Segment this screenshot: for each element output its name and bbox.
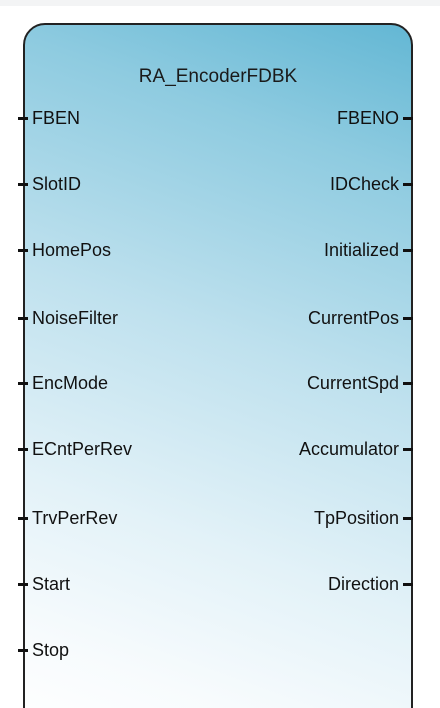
input-pin-ecntperrev[interactable]: ECntPerRev [18, 437, 132, 461]
output-pin-accumulator[interactable]: Accumulator [299, 437, 413, 461]
output-pin-currentpos[interactable]: CurrentPos [308, 306, 413, 330]
output-pin-label: CurrentSpd [306, 373, 399, 393]
pin-connector-icon [18, 116, 28, 120]
pin-connector-icon [403, 381, 413, 385]
input-pin-label: SlotID [32, 174, 82, 194]
output-pin-label: CurrentPos [307, 308, 399, 328]
pin-connector-icon [403, 248, 413, 252]
input-pin-label: NoiseFilter [32, 308, 119, 328]
pin-connector-icon [18, 316, 28, 320]
pin-connector-icon [18, 381, 28, 385]
output-pin-tpposition[interactable]: TpPosition [314, 506, 413, 530]
pin-connector-icon [403, 116, 413, 120]
output-pin-direction[interactable]: Direction [328, 572, 413, 596]
input-pin-label: EncMode [32, 373, 109, 393]
output-pin-label: FBENO [336, 108, 399, 128]
input-pin-trvperrev[interactable]: TrvPerRev [18, 506, 117, 530]
input-pin-label: Start [32, 574, 71, 594]
input-pin-label: ECntPerRev [32, 439, 133, 459]
input-pin-label: HomePos [32, 240, 112, 260]
function-block-canvas: RA_EncoderFDBK FBEN SlotID HomePos Noise… [0, 0, 440, 708]
input-pin-label: TrvPerRev [32, 508, 118, 528]
output-pin-initialized[interactable]: Initialized [324, 238, 413, 262]
input-pin-homepos[interactable]: HomePos [18, 238, 111, 262]
input-pin-label: Stop [32, 640, 70, 660]
input-pin-start[interactable]: Start [18, 572, 70, 596]
output-pin-label: IDCheck [329, 174, 399, 194]
top-strip [0, 0, 440, 6]
input-pin-noisefilter[interactable]: NoiseFilter [18, 306, 118, 330]
input-pin-stop[interactable]: Stop [18, 638, 69, 662]
output-pin-idcheck[interactable]: IDCheck [330, 172, 413, 196]
pin-connector-icon [403, 182, 413, 186]
output-pin-label: Direction [327, 574, 399, 594]
output-pin-label: TpPosition [313, 508, 399, 528]
pin-connector-icon [403, 516, 413, 520]
input-pin-label: FBEN [32, 108, 81, 128]
input-pin-slotid[interactable]: SlotID [18, 172, 81, 196]
output-pin-fbeno[interactable]: FBENO [337, 106, 413, 130]
output-pin-label: Initialized [323, 240, 399, 260]
input-pin-fben[interactable]: FBEN [18, 106, 80, 130]
pin-connector-icon [18, 447, 28, 451]
pin-connector-icon [18, 248, 28, 252]
pin-connector-icon [403, 316, 413, 320]
input-pin-encmode[interactable]: EncMode [18, 371, 108, 395]
output-pin-currentspd[interactable]: CurrentSpd [307, 371, 413, 395]
function-block-title: RA_EncoderFDBK [138, 66, 298, 87]
pin-connector-icon [18, 648, 28, 652]
pin-connector-icon [18, 182, 28, 186]
pin-connector-icon [403, 447, 413, 451]
pin-connector-icon [18, 582, 28, 586]
pin-connector-icon [18, 516, 28, 520]
output-pin-label: Accumulator [298, 439, 399, 459]
pin-connector-icon [403, 582, 413, 586]
